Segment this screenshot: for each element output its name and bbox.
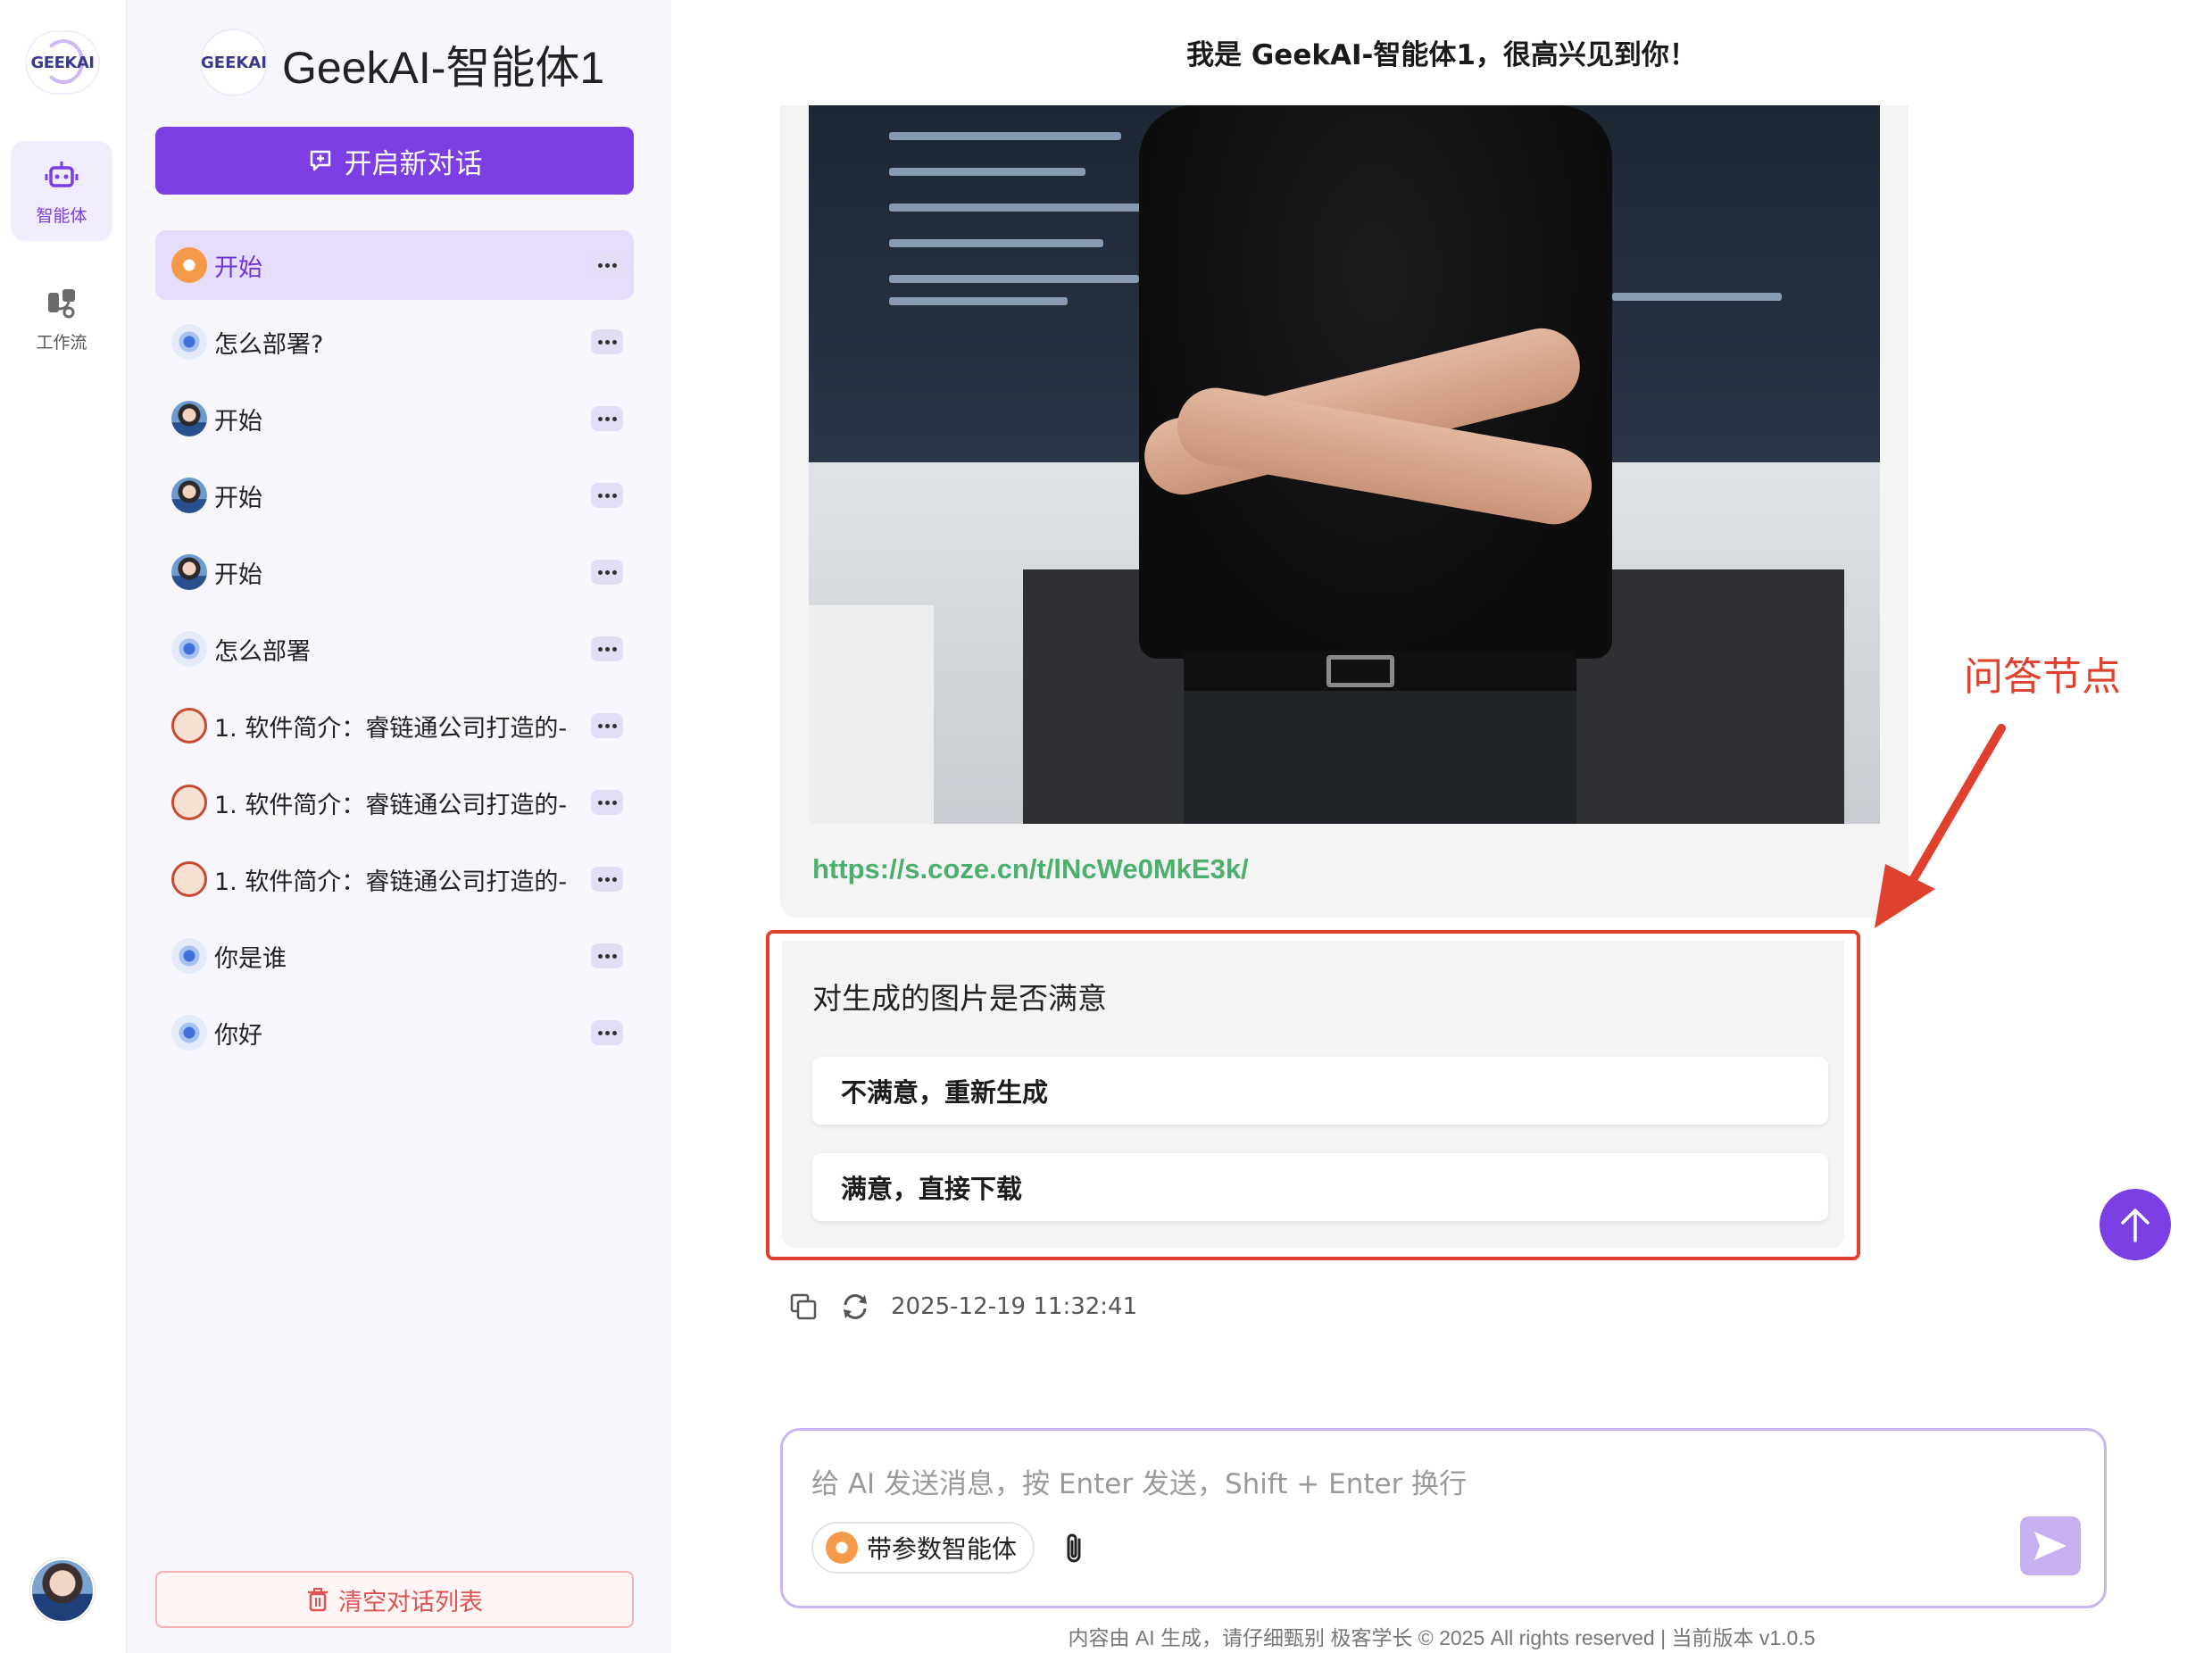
more-options-icon[interactable] xyxy=(591,867,623,892)
puzzle-icon xyxy=(826,1532,858,1564)
more-options-icon[interactable] xyxy=(591,560,623,585)
more-options-icon[interactable] xyxy=(591,1020,623,1045)
clear-conversations-button[interactable]: 清空对话列表 xyxy=(155,1571,634,1628)
seal-avatar-icon xyxy=(171,708,207,743)
more-options-icon[interactable] xyxy=(591,406,623,431)
robot-icon xyxy=(42,156,81,195)
conversation-item[interactable]: 开始 xyxy=(155,537,634,607)
copy-icon[interactable] xyxy=(787,1291,819,1323)
conversation-item[interactable]: 怎么部署 xyxy=(155,614,634,684)
conversation-item[interactable]: 开始 xyxy=(155,384,634,453)
conversation-item[interactable]: 1. 软件简介：睿链通公司打造的- xyxy=(155,768,634,837)
person-avatar-icon xyxy=(171,554,207,590)
footer-text: 内容由 AI 生成，请仔细甄别 极客学长 © 2025 All rights r… xyxy=(1068,1626,1816,1649)
qa-option-download[interactable]: 满意，直接下载 xyxy=(812,1153,1828,1221)
more-options-icon[interactable] xyxy=(591,483,623,508)
conversation-item[interactable]: 1. 软件简介：睿链通公司打造的- xyxy=(155,691,634,760)
chat-header-title: 我是 GeekAI-智能体1，很高兴见到你！ xyxy=(1186,39,1697,71)
bot-avatar-icon xyxy=(171,324,207,360)
more-options-icon[interactable] xyxy=(591,636,623,661)
workflow-icon xyxy=(42,283,81,322)
qa-option-regenerate[interactable]: 不满意，重新生成 xyxy=(812,1057,1828,1125)
conversation-item[interactable]: 怎么部署? xyxy=(155,307,634,377)
rail-item-workflow[interactable]: 工作流 xyxy=(11,268,112,368)
scroll-to-top-button[interactable] xyxy=(2100,1189,2171,1260)
new-chat-button[interactable]: 开启新对话 xyxy=(155,127,634,195)
conversation-item[interactable]: 1. 软件简介：睿链通公司打造的- xyxy=(155,844,634,914)
more-options-icon[interactable] xyxy=(591,943,623,968)
left-rail: GEEKAI 智能体 工作流 xyxy=(0,0,127,1653)
arrow-up-icon xyxy=(2121,1209,2150,1242)
conversation-item[interactable]: 你好 xyxy=(155,998,634,1067)
conversation-list: 开始 怎么部署? 开始 开始 开始 怎么部署 1. 软件简介：睿链通公司打造的-… xyxy=(155,230,634,1075)
rail-item-label: 工作流 xyxy=(36,332,87,353)
message-input[interactable]: 给 AI 发送消息，按 Enter 发送，Shift + Enter 换行 xyxy=(811,1461,1467,1501)
image-link[interactable]: https://s.coze.cn/t/lNcWe0MkE3k/ xyxy=(812,853,1249,885)
qa-node: 对生成的图片是否满意 不满意，重新生成 满意，直接下载 xyxy=(782,941,1844,1248)
regenerate-icon[interactable] xyxy=(839,1291,871,1323)
conversation-item[interactable]: 你是谁 xyxy=(155,921,634,991)
message-meta: 2025-12-19 11:32:41 xyxy=(787,1291,1137,1323)
puzzle-avatar-icon xyxy=(171,247,207,283)
seal-avatar-icon xyxy=(171,861,207,897)
chat-plus-icon xyxy=(310,150,330,171)
rail-logo[interactable]: GEEKAI xyxy=(25,30,100,95)
conversation-sidebar: GEEKAI GeekAI-智能体1 开启新对话 开始 怎么部署? 开始 开始 xyxy=(127,0,671,1653)
user-avatar[interactable] xyxy=(30,1558,95,1623)
message-composer[interactable]: 给 AI 发送消息，按 Enter 发送，Shift + Enter 换行 带参… xyxy=(780,1428,2107,1608)
rail-item-agents[interactable]: 智能体 xyxy=(11,141,112,241)
bot-avatar-icon xyxy=(171,1015,207,1051)
bot-avatar-icon xyxy=(171,938,207,974)
person-avatar-icon xyxy=(171,401,207,436)
attachment-icon[interactable] xyxy=(1060,1531,1092,1566)
more-options-icon[interactable] xyxy=(591,329,623,354)
qa-question: 对生成的图片是否满意 xyxy=(812,981,1107,1016)
rail-item-label: 智能体 xyxy=(36,205,87,226)
generated-image[interactable] xyxy=(809,105,1880,824)
more-options-icon[interactable] xyxy=(591,790,623,815)
person-avatar-icon xyxy=(171,478,207,513)
annotation-label: 问答节点 xyxy=(1964,654,2121,700)
message-timestamp: 2025-12-19 11:32:41 xyxy=(891,1293,1138,1320)
bot-avatar-icon xyxy=(171,631,207,667)
assistant-message: https://s.coze.cn/t/lNcWe0MkE3k/ xyxy=(780,105,1908,918)
conversation-item[interactable]: 开始 xyxy=(155,230,634,300)
trash-icon xyxy=(308,1588,328,1612)
send-icon xyxy=(2034,1532,2066,1560)
app-logo: GEEKAI xyxy=(200,29,268,96)
annotation-arrow-icon xyxy=(1875,724,2006,928)
seal-avatar-icon xyxy=(171,785,207,820)
more-options-icon[interactable] xyxy=(591,713,623,738)
send-button[interactable] xyxy=(2020,1516,2081,1575)
conversation-item[interactable]: 开始 xyxy=(155,461,634,530)
more-options-icon[interactable] xyxy=(591,253,623,278)
agent-chip[interactable]: 带参数智能体 xyxy=(811,1522,1035,1574)
qa-node-highlight: 对生成的图片是否满意 不满意，重新生成 满意，直接下载 xyxy=(766,930,1860,1260)
app-title: GeekAI-智能体1 xyxy=(282,43,605,93)
